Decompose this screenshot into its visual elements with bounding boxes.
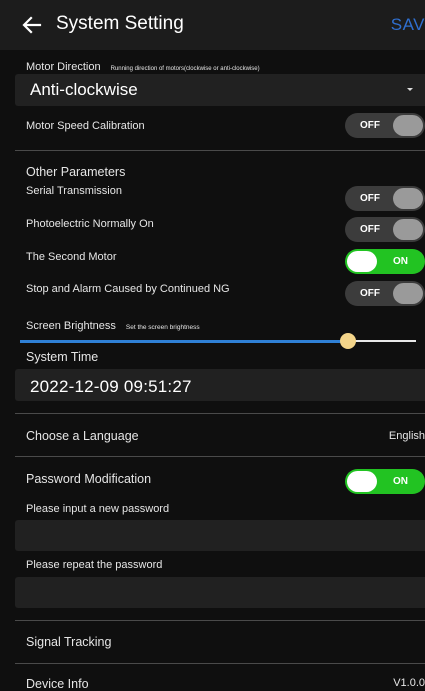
toggle-state-label: ON (393, 476, 408, 487)
photoelectric-normally-on-label: Photoelectric Normally On (26, 218, 154, 230)
choose-language-label: Choose a Language (26, 429, 139, 443)
toggle-state-label: OFF (360, 288, 380, 299)
stop-alarm-continued-ng-label: Stop and Alarm Caused by Continued NG (26, 283, 230, 295)
toggle-knob (393, 283, 423, 304)
system-time-label: System Time (26, 350, 99, 364)
back-arrow-icon[interactable] (20, 13, 44, 37)
toggle-knob (393, 188, 423, 209)
toggle-knob (347, 251, 377, 272)
toggle-state-label: OFF (360, 224, 380, 235)
motor-direction-hint: Running direction of motors(clockwise or… (110, 66, 260, 72)
toggle-knob (393, 219, 423, 240)
motor-direction-value: Anti-clockwise (30, 80, 138, 99)
password-modification-label: Password Modification (26, 472, 152, 486)
device-info-value: V1.0.0 (393, 677, 425, 689)
repeat-password-label: Please repeat the password (26, 559, 163, 571)
brightness-slider-thumb[interactable] (340, 333, 356, 349)
divider (15, 150, 425, 151)
password-modification-toggle[interactable]: ON (345, 469, 425, 494)
toggle-state-label: OFF (360, 193, 380, 204)
serial-transmission-label: Serial Transmission (26, 185, 122, 197)
divider (15, 456, 425, 457)
stop-alarm-continued-ng-toggle[interactable]: OFF (345, 281, 425, 306)
screen-brightness-hint: Set the screen brightness (125, 324, 200, 331)
toggle-state-label: ON (393, 256, 408, 267)
repeat-password-input[interactable] (15, 577, 425, 608)
toggle-state-label: OFF (360, 120, 380, 131)
motor-direction-row: Motor Direction Running direction of moto… (26, 57, 260, 75)
device-info-label[interactable]: Device Info (26, 677, 89, 691)
motor-speed-calibration-label: Motor Speed Calibration (26, 120, 145, 132)
brightness-slider-track[interactable] (348, 340, 416, 342)
divider (15, 620, 425, 621)
app-header: System Setting SAV (0, 0, 425, 50)
photoelectric-normally-on-toggle[interactable]: OFF (345, 217, 425, 242)
toggle-knob (393, 115, 423, 136)
new-password-input[interactable] (15, 520, 425, 551)
page-title: System Setting (56, 13, 184, 34)
language-value[interactable]: English (389, 430, 425, 442)
dropdown-arrow-icon (407, 88, 413, 91)
system-time-field[interactable]: 2022-12-09 09:51:27 (15, 369, 425, 401)
save-button[interactable]: SAV (391, 15, 425, 35)
system-time-value: 2022-12-09 09:51:27 (30, 377, 192, 396)
new-password-label: Please input a new password (26, 503, 170, 515)
motor-direction-label: Motor Direction (26, 61, 101, 73)
toggle-knob (347, 471, 377, 492)
motor-speed-calibration-toggle[interactable]: OFF (345, 113, 425, 138)
screen-brightness-label: Screen Brightness (26, 320, 116, 332)
screen-brightness-row: Screen Brightness Set the screen brightne… (26, 316, 200, 334)
serial-transmission-toggle[interactable]: OFF (345, 186, 425, 211)
other-parameters-title: Other Parameters (26, 165, 126, 179)
motor-direction-dropdown[interactable]: Anti-clockwise (15, 74, 425, 106)
signal-tracking-label[interactable]: Signal Tracking (26, 635, 111, 649)
divider (15, 663, 425, 664)
divider (15, 413, 425, 414)
second-motor-label: The Second Motor (26, 251, 117, 263)
brightness-slider-track-filled[interactable] (20, 340, 348, 343)
second-motor-toggle[interactable]: ON (345, 249, 425, 274)
